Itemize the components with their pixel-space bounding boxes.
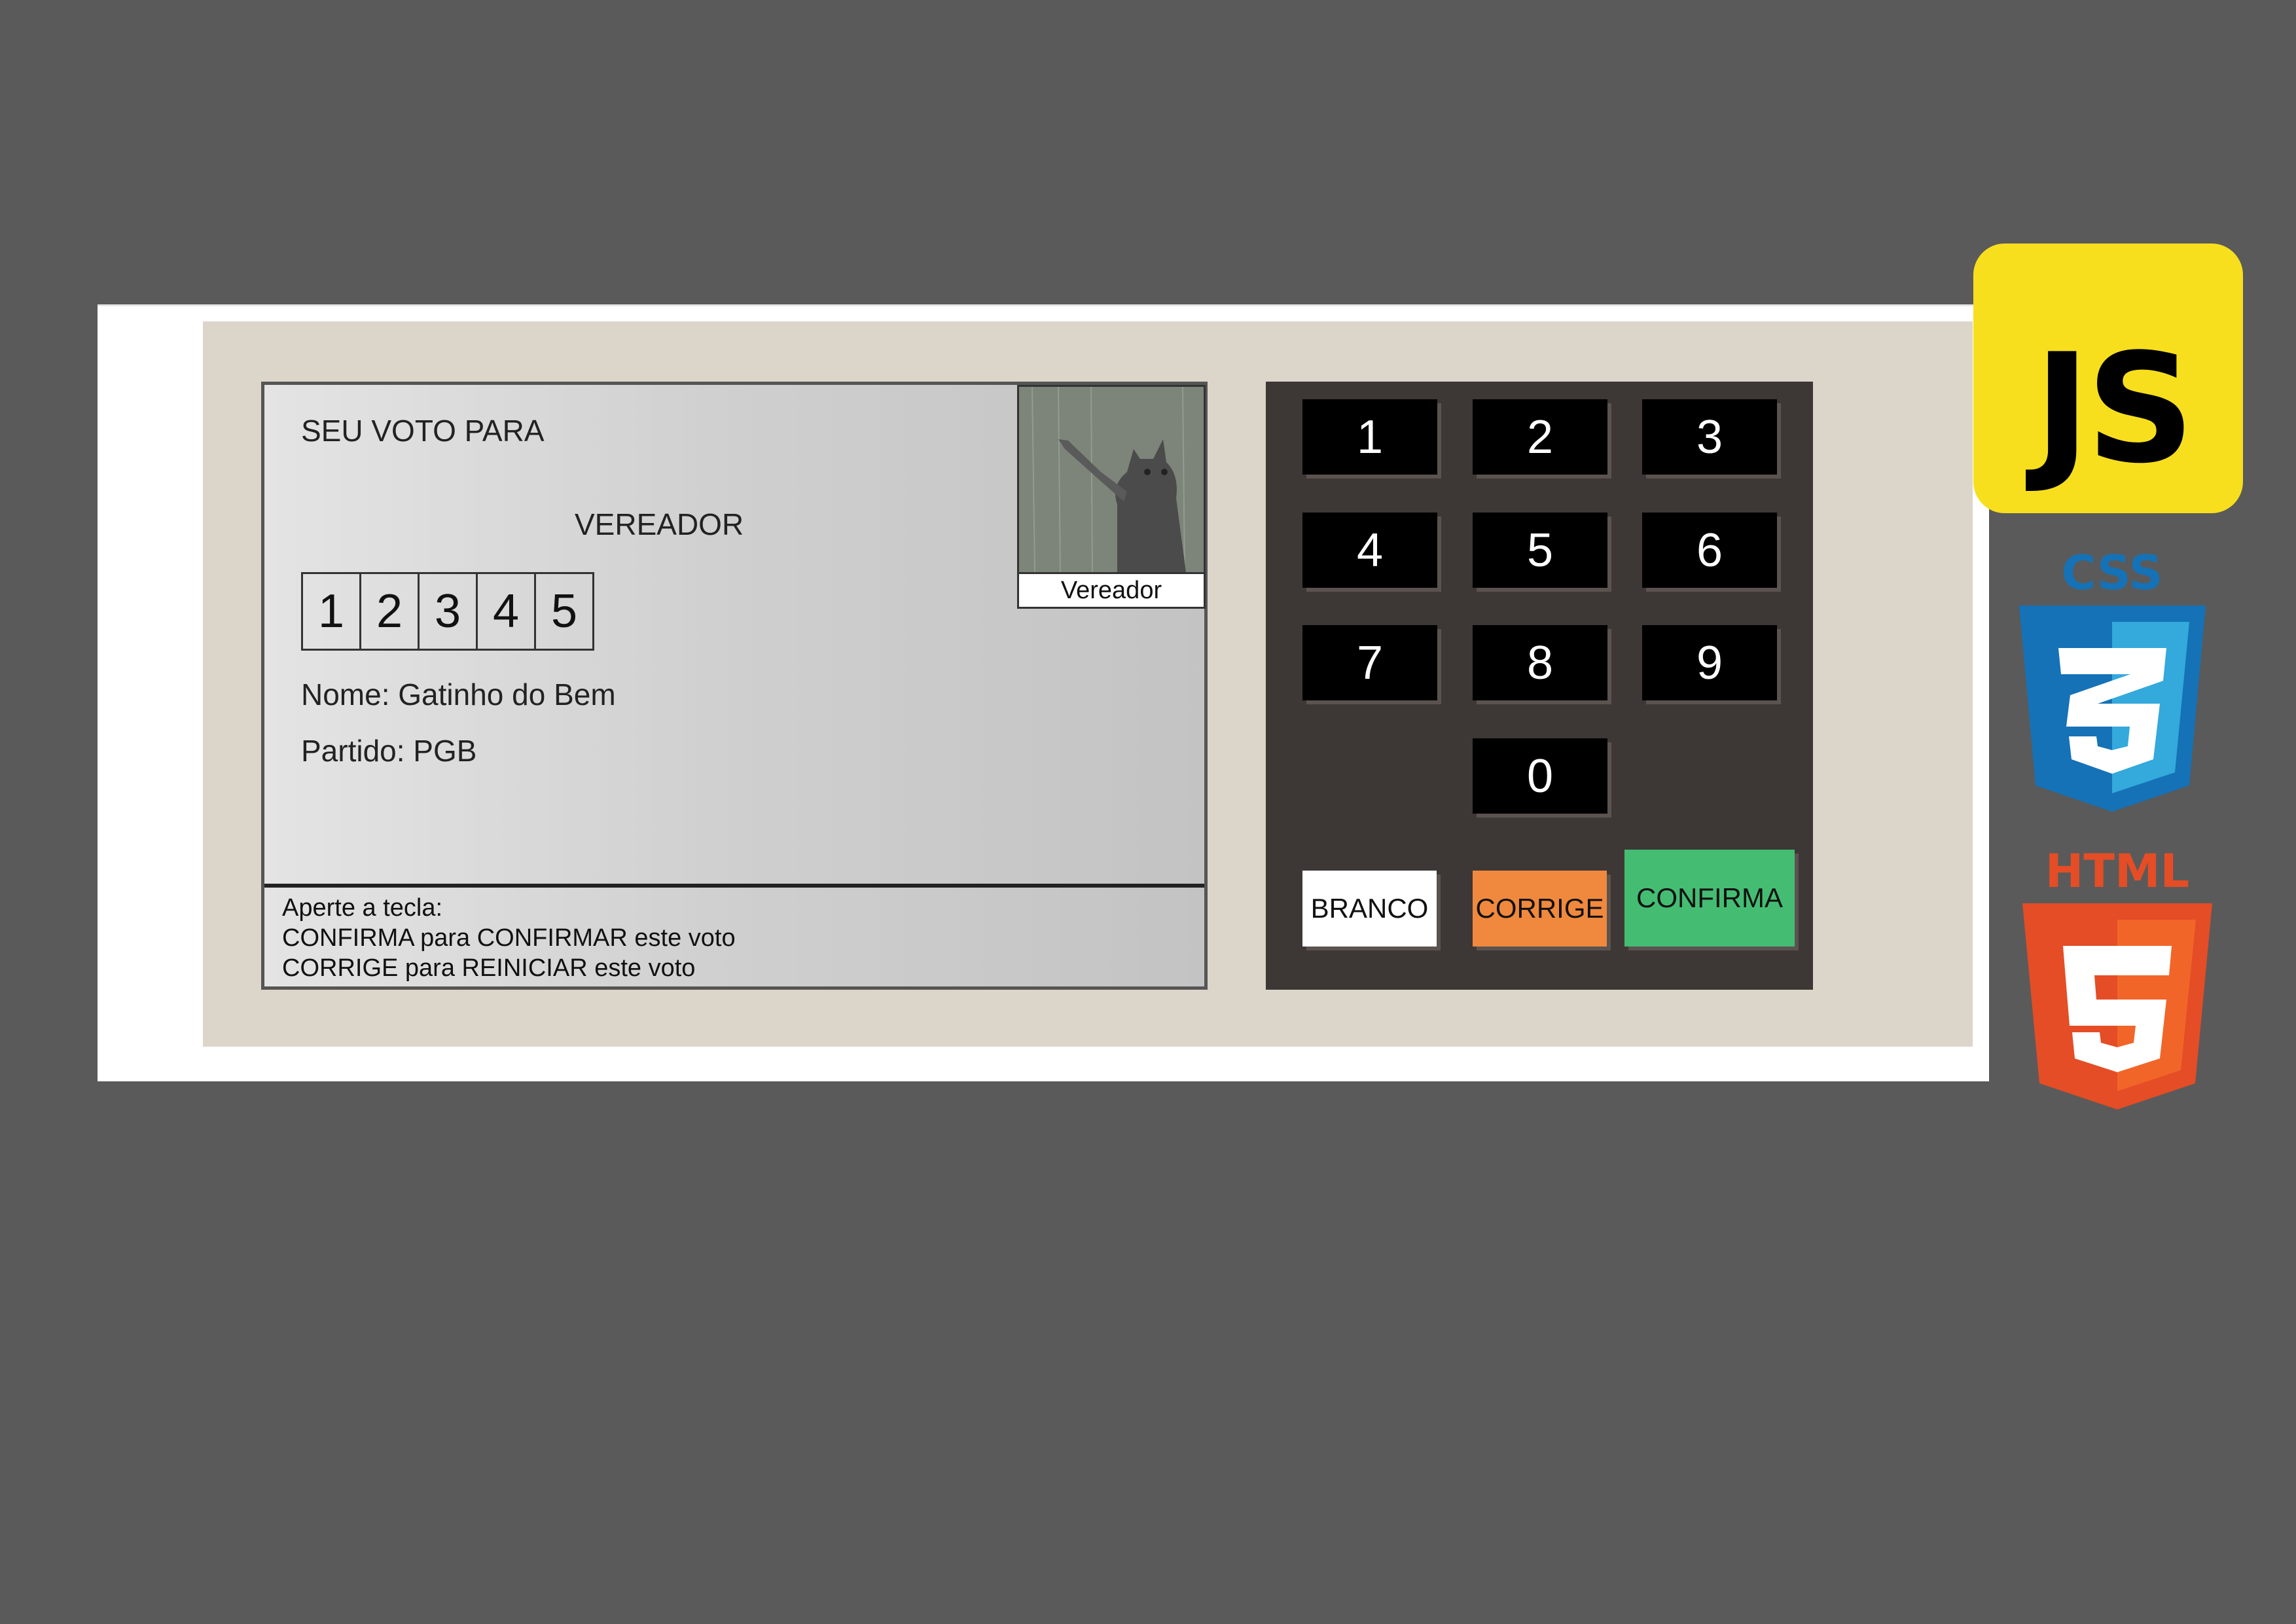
instruction-line: CONFIRMA para CONFIRMAR este voto bbox=[282, 924, 736, 952]
key-3[interactable]: 3 bbox=[1642, 399, 1777, 475]
instruction-line: Aperte a tecla: bbox=[282, 894, 443, 922]
number-box: 3 bbox=[418, 572, 478, 651]
candidate-photo: Vereador bbox=[1017, 385, 1206, 609]
key-2[interactable]: 2 bbox=[1473, 399, 1607, 475]
key-1[interactable]: 1 bbox=[1302, 399, 1437, 475]
candidate-name: Nome: Gatinho do Bem bbox=[301, 677, 616, 712]
html5-logo-text: HTML bbox=[2045, 848, 2190, 898]
screen-main: SEU VOTO PARA VEREADOR 1 2 3 4 5 Nome: G… bbox=[264, 385, 1206, 888]
number-boxes: 1 2 3 4 5 bbox=[301, 572, 594, 651]
js-logo: JS bbox=[1973, 244, 2243, 513]
cat-photo-image bbox=[1019, 387, 1204, 572]
photo-caption: Vereador bbox=[1019, 572, 1204, 607]
key-9[interactable]: 9 bbox=[1642, 625, 1777, 700]
key-4[interactable]: 4 bbox=[1302, 513, 1437, 588]
html5-logo: HTML bbox=[2022, 848, 2212, 1110]
instructions: Aperte a tecla: CONFIRMA para CONFIRMAR … bbox=[282, 893, 1198, 983]
corrige-button[interactable]: CORRIGE bbox=[1473, 871, 1607, 947]
confirma-button[interactable]: CONFIRMA bbox=[1624, 850, 1795, 947]
key-8[interactable]: 8 bbox=[1473, 625, 1607, 700]
voting-machine: SEU VOTO PARA VEREADOR 1 2 3 4 5 Nome: G… bbox=[203, 321, 1973, 1047]
instruction-line: CORRIGE para REINICIAR este voto bbox=[282, 954, 696, 982]
number-box: 2 bbox=[359, 572, 420, 651]
number-box: 4 bbox=[476, 572, 536, 651]
key-6[interactable]: 6 bbox=[1642, 513, 1777, 588]
office-label: VEREADOR bbox=[575, 507, 744, 541]
voting-screen: SEU VOTO PARA VEREADOR 1 2 3 4 5 Nome: G… bbox=[261, 382, 1208, 990]
branco-button[interactable]: BRANCO bbox=[1302, 871, 1437, 947]
number-box: 1 bbox=[301, 572, 361, 651]
keypad: 1 2 3 4 5 6 7 8 9 0 BRANCO CORRIGE CONFI… bbox=[1266, 382, 1813, 990]
key-7[interactable]: 7 bbox=[1302, 625, 1437, 700]
page-card: SEU VOTO PARA VEREADOR 1 2 3 4 5 Nome: G… bbox=[98, 304, 1989, 1081]
cat-silhouette-icon bbox=[1019, 387, 1204, 572]
key-0[interactable]: 0 bbox=[1473, 738, 1607, 814]
js-logo-text: JS bbox=[2034, 322, 2195, 497]
css3-logo-text: CSS bbox=[2062, 550, 2163, 600]
number-box: 5 bbox=[534, 572, 594, 651]
candidate-party: Partido: PGB bbox=[301, 734, 477, 768]
css3-logo: CSS bbox=[2019, 550, 2206, 812]
key-5[interactable]: 5 bbox=[1473, 513, 1607, 588]
vote-label: SEU VOTO PARA bbox=[301, 414, 545, 448]
